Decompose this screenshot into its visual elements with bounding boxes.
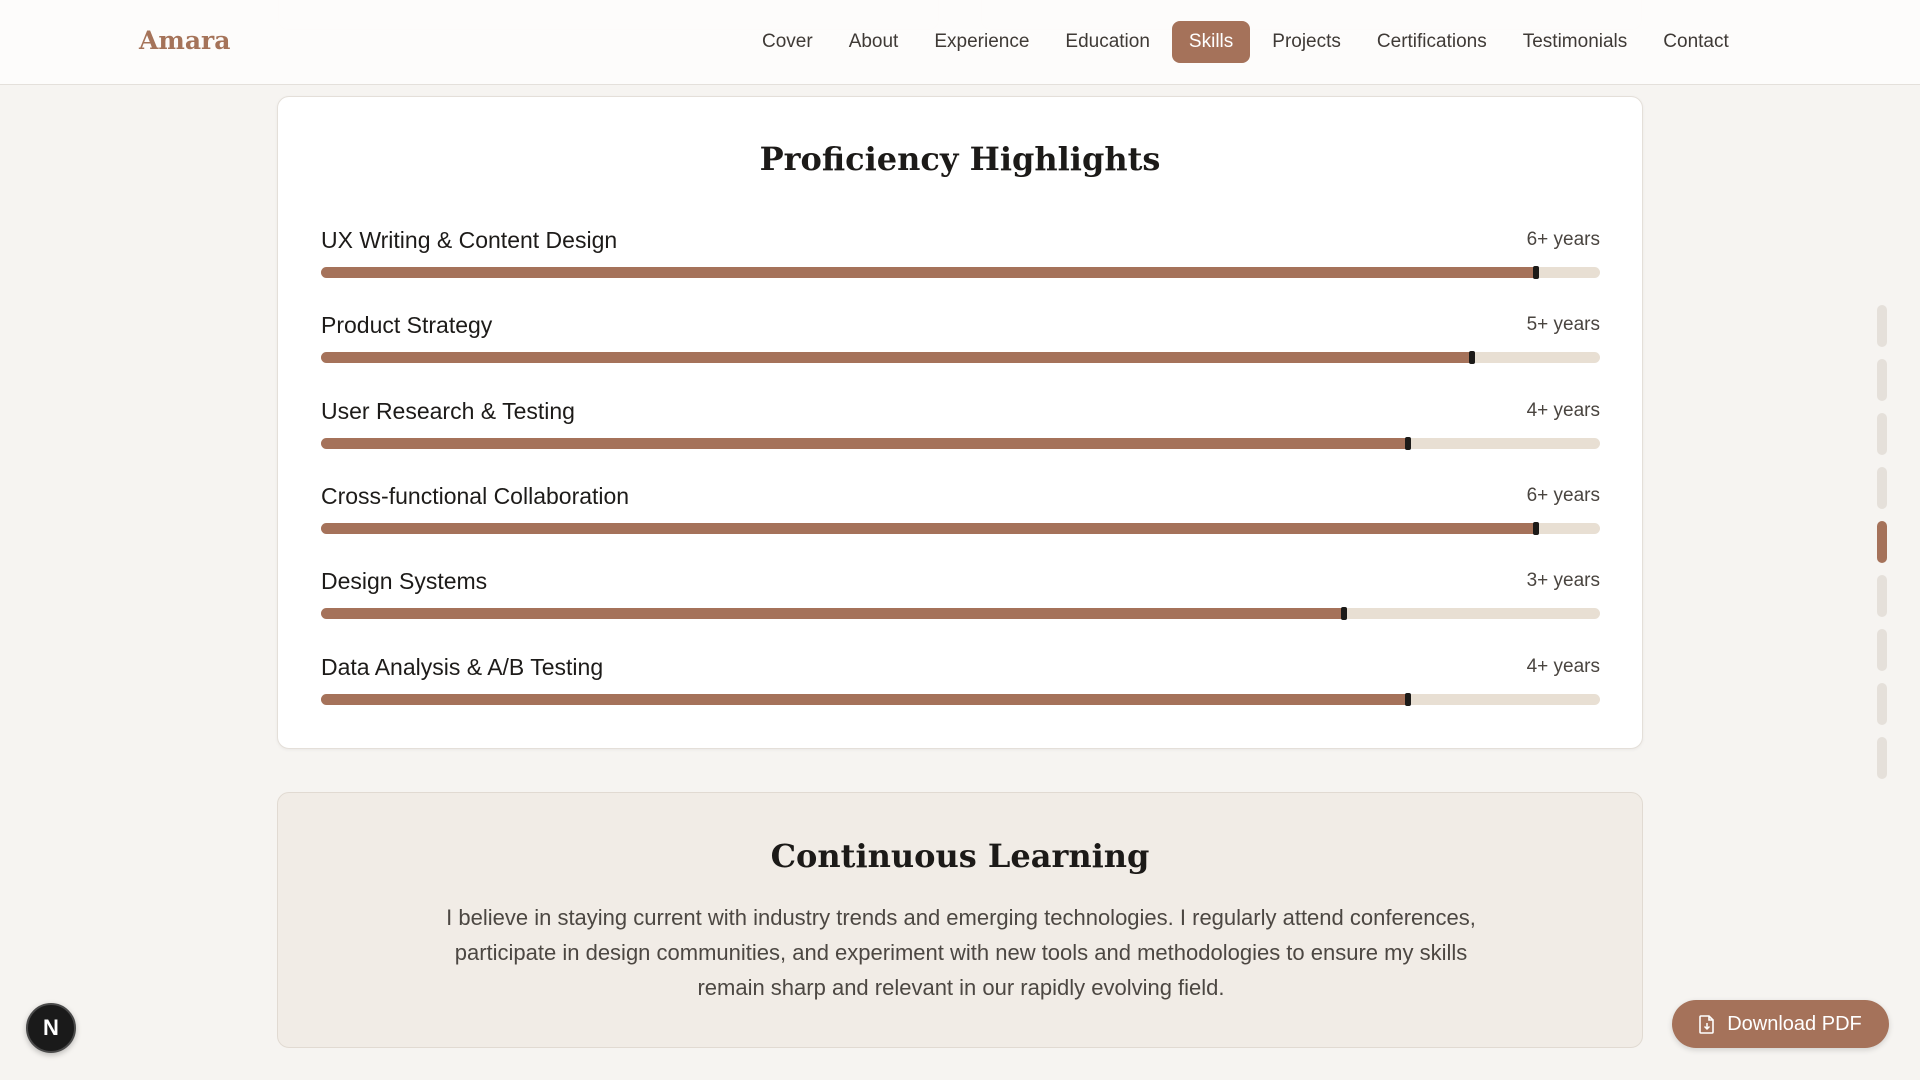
skill-progress-track [321, 607, 1600, 620]
skill-progress-marker [1469, 351, 1476, 364]
nav-item-skills[interactable]: Skills [1171, 21, 1251, 63]
skill-years: 6+ years [1526, 485, 1600, 506]
nav-item-cover[interactable]: Cover [744, 21, 831, 63]
skill-progress-track [321, 437, 1600, 450]
skill-years: 4+ years [1526, 656, 1600, 677]
skill-name: Data Analysis & A/B Testing [321, 654, 604, 680]
learning-title: Continuous Learning [770, 837, 1150, 875]
section-indicator [1877, 305, 1887, 791]
skill-progress-fill [321, 608, 1345, 619]
nav-item-projects[interactable]: Projects [1254, 21, 1359, 63]
skill-progress-track [321, 351, 1600, 364]
skill-progress-fill [321, 523, 1537, 534]
download-pdf-label: Download PDF [1727, 1012, 1862, 1035]
nav-item-testimonials[interactable]: Testimonials [1505, 21, 1646, 63]
skill-row: UX Writing & Content Design 6+ years [321, 227, 1600, 287]
section-dot-cover[interactable] [1877, 305, 1887, 347]
skill-years: 4+ years [1526, 400, 1600, 421]
download-pdf-button[interactable]: Download PDF [1672, 1000, 1889, 1048]
section-dot-education[interactable] [1877, 467, 1887, 509]
document-icon [1699, 1014, 1715, 1034]
skill-years: 3+ years [1526, 570, 1600, 591]
skill-name: Product Strategy [321, 312, 493, 338]
skill-row: User Research & Testing 4+ years [321, 398, 1600, 458]
section-dot-testimonials[interactable] [1877, 683, 1887, 725]
skill-row: Data Analysis & A/B Testing 4+ years [321, 654, 1600, 714]
section-dot-skills[interactable] [1877, 521, 1887, 563]
nav-item-certifications[interactable]: Certifications [1359, 21, 1505, 63]
skill-row: Product Strategy 5+ years [321, 312, 1600, 372]
learning-description: I believe in staying current with indust… [446, 905, 1476, 1000]
proficiency-title: Proficiency Highlights [759, 140, 1161, 178]
main-nav: Cover About Experience Education Skills … [744, 21, 1747, 63]
skill-progress-track [321, 693, 1600, 706]
skill-progress-marker [1405, 437, 1412, 450]
section-dot-about[interactable] [1877, 359, 1887, 401]
skill-progress-marker [1533, 522, 1540, 535]
nav-item-education[interactable]: Education [1047, 21, 1168, 63]
skill-progress-fill [321, 438, 1409, 449]
skill-name: UX Writing & Content Design [321, 227, 618, 253]
skill-row: Cross-functional Collaboration 6+ years [321, 483, 1600, 543]
continuous-learning-card: Continuous Learning I believe in staying… [277, 792, 1643, 1048]
skill-progress-fill [321, 352, 1473, 363]
skill-progress-marker [1341, 607, 1348, 620]
skill-name: Cross-functional Collaboration [321, 483, 630, 509]
section-dot-projects[interactable] [1877, 575, 1887, 617]
section-dot-experience[interactable] [1877, 413, 1887, 455]
skill-progress-fill [321, 267, 1537, 278]
section-dot-contact[interactable] [1877, 737, 1887, 779]
nav-item-contact[interactable]: Contact [1645, 21, 1746, 63]
nav-item-experience[interactable]: Experience [916, 21, 1047, 63]
skill-years: 5+ years [1526, 314, 1600, 335]
nextjs-icon[interactable]: N [26, 1003, 76, 1053]
skill-name: Design Systems [321, 568, 488, 594]
skill-progress-fill [321, 694, 1409, 705]
section-dot-certifications[interactable] [1877, 629, 1887, 671]
brand-logo[interactable]: Amara [139, 26, 230, 55]
skill-progress-marker [1405, 693, 1412, 706]
skill-progress-marker [1533, 266, 1540, 279]
skill-progress-track [321, 522, 1600, 535]
skill-progress-track [321, 266, 1600, 279]
proficiency-card: Proficiency Highlights UX Writing & Cont… [277, 96, 1643, 749]
skill-row: Design Systems 3+ years [321, 568, 1600, 628]
top-navigation-bar: Amara Cover About Experience Education S… [0, 0, 1920, 85]
skill-years: 6+ years [1526, 229, 1600, 250]
skill-name: User Research & Testing [321, 398, 575, 424]
nav-item-about[interactable]: About [831, 21, 917, 63]
